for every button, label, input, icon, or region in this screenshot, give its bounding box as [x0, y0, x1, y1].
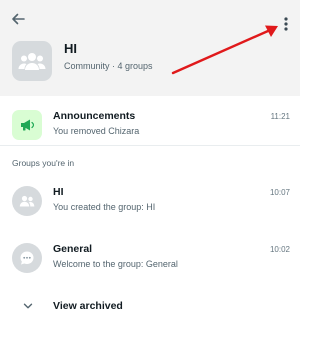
announcements-row[interactable]: Announcements You removed Chizara 11:21	[0, 104, 300, 154]
community-avatar[interactable]	[12, 41, 52, 81]
group-title: General	[53, 243, 93, 255]
group-avatar	[12, 243, 42, 273]
megaphone-icon	[21, 119, 35, 131]
group-icon	[19, 195, 35, 207]
arrow-left-icon	[12, 13, 25, 25]
group-row-general[interactable]: General Welcome to the group: General 10…	[0, 237, 300, 287]
more-options-button[interactable]	[276, 12, 296, 36]
chevron-down-icon	[23, 303, 33, 309]
group-subtitle: You created the group: HI	[53, 202, 156, 212]
view-archived-button[interactable]: View archived	[0, 292, 300, 322]
group-time: 10:07	[269, 188, 290, 197]
group-subtitle: Welcome to the group: General	[53, 259, 178, 269]
section-divider	[0, 145, 300, 146]
community-title: HI	[64, 41, 77, 56]
group-time: 10:02	[269, 245, 290, 254]
announcements-subtitle: You removed Chizara	[53, 126, 140, 136]
chat-icon	[20, 251, 34, 265]
announcements-avatar	[12, 110, 42, 140]
community-icon	[18, 53, 46, 70]
community-header: HI Community · 4 groups	[0, 0, 300, 96]
announcements-title: Announcements	[53, 110, 136, 122]
announcements-time: 11:21	[270, 112, 290, 121]
group-row-hi[interactable]: HI You created the group: HI 10:07	[0, 180, 300, 230]
groups-section-label: Groups you're in	[12, 158, 75, 168]
group-title: HI	[53, 186, 64, 198]
view-archived-label: View archived	[53, 300, 123, 312]
group-avatar	[12, 186, 42, 216]
more-vert-icon	[284, 17, 288, 31]
back-button[interactable]	[7, 8, 29, 30]
community-subtitle: Community · 4 groups	[64, 61, 153, 71]
